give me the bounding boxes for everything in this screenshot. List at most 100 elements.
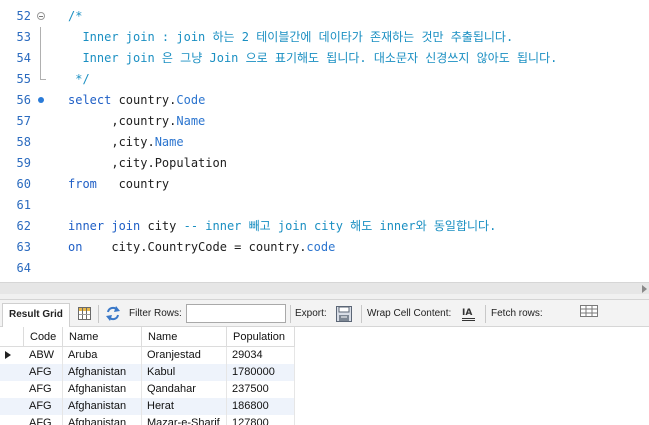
line-number: 61 xyxy=(16,198,31,212)
result-grid[interactable]: Code Name Name Population ABW Aruba Oranjestad… xyxy=(0,327,649,425)
line-number: 54 xyxy=(16,51,31,65)
refresh-icon[interactable] xyxy=(105,306,121,321)
code-token: Code xyxy=(176,93,206,107)
code-token: city.CountryCode = country. xyxy=(82,240,307,254)
table-cell[interactable]: 29034 xyxy=(227,347,295,364)
code-token: ,city. xyxy=(68,135,155,149)
table-cell[interactable]: Afghanistan xyxy=(63,398,142,415)
code-text: select country.Code xyxy=(68,90,205,111)
table-cell[interactable]: ABW xyxy=(24,347,63,364)
code-token: -- inner 빼고 join city 해도 inner와 동일합니다. xyxy=(183,219,497,233)
toolbar-separator xyxy=(290,305,291,323)
table-cell[interactable]: Herat xyxy=(142,398,227,415)
wrap-text-icon[interactable]: IA xyxy=(462,306,476,321)
code-token: code xyxy=(306,240,336,254)
line-number: 59 xyxy=(16,156,31,170)
code-token: Name xyxy=(176,114,206,128)
code-token: ,city.Population xyxy=(68,156,227,170)
table-cell[interactable]: AFG xyxy=(24,398,63,415)
fold-end-guide xyxy=(40,69,46,80)
result-grid-label: Result Grid xyxy=(9,309,63,320)
filter-rows-input[interactable] xyxy=(186,304,286,323)
result-grid-tab[interactable]: Result Grid xyxy=(2,303,70,327)
table-cell[interactable]: 237500 xyxy=(227,381,295,398)
code-line[interactable]: 61 xyxy=(0,195,649,216)
scroll-right-arrow-icon[interactable] xyxy=(642,285,647,293)
code-text: on city.CountryCode = country.code xyxy=(68,237,335,258)
column-header[interactable]: Name xyxy=(142,327,227,347)
fetch-rows-label: Fetch rows: xyxy=(491,308,543,319)
table-cell[interactable]: Aruba xyxy=(63,347,142,364)
table-cell[interactable]: Oranjestad xyxy=(142,347,227,364)
table-cell[interactable]: AFG xyxy=(24,415,63,425)
code-line[interactable]: 60 from country xyxy=(0,174,649,195)
export-label: Export: xyxy=(295,308,327,319)
code-token: city xyxy=(140,219,184,233)
code-line[interactable]: 52 /* xyxy=(0,6,649,27)
toolbar-separator xyxy=(485,305,486,323)
table-cell[interactable]: 1780000 xyxy=(227,364,295,381)
code-line[interactable]: 58 ,city.Name xyxy=(0,132,649,153)
table-cell[interactable]: Afghanistan xyxy=(63,415,142,425)
fetch-rows-icon[interactable] xyxy=(580,305,598,317)
table-row[interactable]: AFG Afghanistan Herat 186800 xyxy=(0,398,295,415)
table-row[interactable]: AFG Afghanistan Kabul 1780000 xyxy=(0,364,295,381)
editor-horizontal-scrollbar[interactable] xyxy=(0,282,649,294)
column-header[interactable]: Code xyxy=(24,327,63,347)
code-line[interactable]: 57 ,country.Name xyxy=(0,111,649,132)
code-token: Inner join : join 하는 2 테이블간에 데이타가 존재하는 것… xyxy=(68,30,514,44)
column-header[interactable]: Population xyxy=(227,327,295,347)
line-number: 60 xyxy=(16,177,31,191)
table-cell[interactable]: AFG xyxy=(24,381,63,398)
code-text: ,country.Name xyxy=(68,111,205,132)
code-text: Inner join 은 그냥 Join 으로 표기해도 됩니다. 대소문자 신… xyxy=(68,48,557,69)
table-cell[interactable]: 186800 xyxy=(227,398,295,415)
table-row[interactable]: AFG Afghanistan Qandahar 237500 xyxy=(0,381,295,398)
code-token: from xyxy=(68,177,97,191)
code-line[interactable]: 55 */ xyxy=(0,69,649,90)
export-file-icon[interactable] xyxy=(336,306,352,322)
code-line[interactable]: 62 inner join city -- inner 빼고 join city … xyxy=(0,216,649,237)
table-row[interactable]: ABW Aruba Oranjestad 29034 xyxy=(0,347,295,364)
table-cell[interactable]: Afghanistan xyxy=(63,381,142,398)
filter-rows-label: Filter Rows: xyxy=(129,308,182,319)
table-cell[interactable]: Kabul xyxy=(142,364,227,381)
code-token: /* xyxy=(68,9,83,23)
code-line[interactable]: 63 on city.CountryCode = country.code xyxy=(0,237,649,258)
line-number: 57 xyxy=(16,114,31,128)
code-token: inner join xyxy=(68,219,141,233)
code-text: /* xyxy=(68,6,82,27)
code-line[interactable]: 53 Inner join : join 하는 2 테이블간에 데이타가 존재하… xyxy=(0,27,649,48)
code-line[interactable]: 59 ,city.Population xyxy=(0,153,649,174)
code-token: ,country. xyxy=(68,114,177,128)
table-cell[interactable]: Qandahar xyxy=(142,381,227,398)
line-number: 63 xyxy=(16,240,31,254)
code-token: country. xyxy=(111,93,177,107)
column-header[interactable]: Name xyxy=(63,327,142,347)
wrap-cell-content-label: Wrap Cell Content: xyxy=(367,308,452,319)
table-row[interactable]: AFG Afghanistan Mazar-e-Sharif 127800 xyxy=(0,415,295,425)
line-number: 62 xyxy=(16,219,31,233)
code-text: ,city.Population xyxy=(68,153,227,174)
code-token: select xyxy=(68,93,112,107)
toolbar-separator xyxy=(361,305,362,323)
grid-view-icon[interactable] xyxy=(78,307,91,320)
table-cell[interactable]: Afghanistan xyxy=(63,364,142,381)
table-cell[interactable]: Mazar-e-Sharif xyxy=(142,415,227,425)
code-text: ,city.Name xyxy=(68,132,183,153)
line-number: 56 xyxy=(16,93,31,107)
fold-toggle-icon[interactable] xyxy=(36,6,45,27)
code-token: on xyxy=(68,240,83,254)
table-cell[interactable]: AFG xyxy=(24,364,63,381)
code-line[interactable]: 64 xyxy=(0,258,649,279)
sql-editor[interactable]: 52 /* 53 Inner join : join 하는 2 테이블간에 데이타가… xyxy=(0,0,649,282)
code-token: country xyxy=(96,177,170,191)
line-number: 55 xyxy=(16,72,31,86)
code-line[interactable]: 56 select country.Code xyxy=(0,90,649,111)
code-text: Inner join : join 하는 2 테이블간에 데이타가 존재하는 것… xyxy=(68,27,513,48)
fold-guide xyxy=(40,48,41,69)
code-text: */ xyxy=(68,69,90,90)
table-cell[interactable]: 127800 xyxy=(227,415,295,425)
code-line[interactable]: 54 Inner join 은 그냥 Join 으로 표기해도 됩니다. 대소문… xyxy=(0,48,649,69)
code-token: */ xyxy=(68,72,90,86)
